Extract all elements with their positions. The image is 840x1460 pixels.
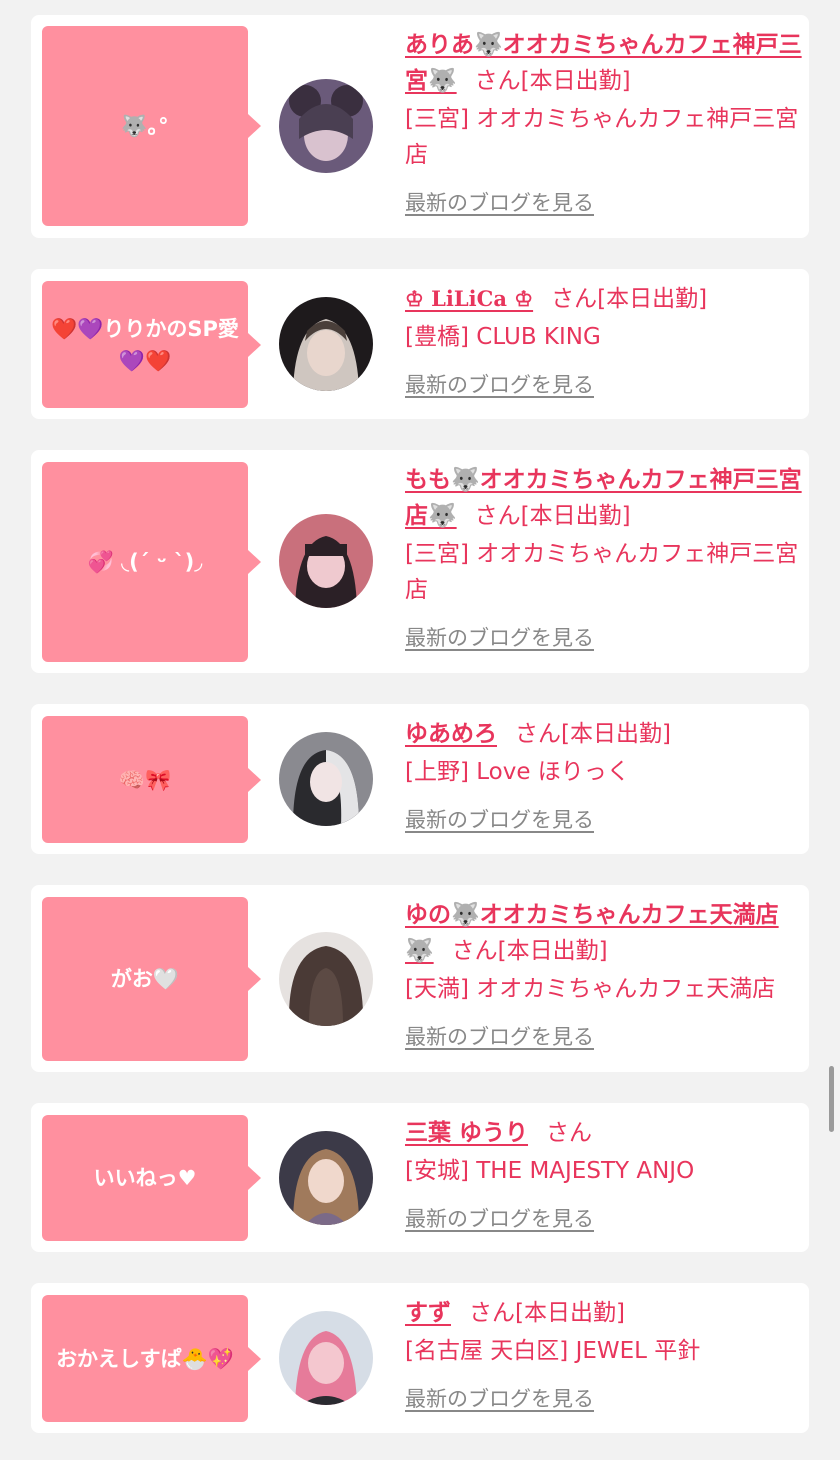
cast-status: さん[本日出勤] [551,286,708,312]
comment-text: 🧠🎀 [118,767,172,792]
cast-status: さん[本日出勤] [515,721,671,747]
entry-info: ♔ LiLiCa ♔ さん[本日出勤] [豊橋] CLUB KING 最新のブログ… [405,281,803,403]
comment-text: ❤️💜りりかのSP愛💜❤️ [51,316,239,373]
latest-blog-link[interactable]: 最新のブログを見る [405,185,594,221]
shop-link[interactable]: [名古屋 天白区] JEWEL 平針 [405,1333,803,1369]
entry-card: 💞 ◟(ˊ ᵕ ˋ)◞ もも🐺オオカミちゃんカフェ神戸三宮店🐺 さん[本日出勤] … [31,450,809,673]
shop-link[interactable]: [三宮] オオカミちゃんカフェ神戸三宮店 [405,536,803,608]
comment-bubble: ❤️💜りりかのSP愛💜❤️ [42,281,261,408]
comment-bubble: 🐺｡° [42,26,261,226]
avatar[interactable] [279,514,373,608]
cast-name-link[interactable]: すず [405,1300,451,1326]
avatar[interactable] [279,732,373,826]
cast-name-link[interactable]: ♔ LiLiCa ♔ [405,286,533,311]
cast-name-link[interactable]: ゆあめろ [405,721,497,747]
profile-photo-icon [279,297,373,391]
entry-info: ゆあめろ さん[本日出勤] [上野] Love ほりっく 最新のブログを見る [405,716,803,838]
latest-blog-link[interactable]: 最新のブログを見る [405,620,594,656]
profile-photo-icon [279,1131,373,1225]
profile-photo-icon [279,514,373,608]
entry-info: ゆの🐺オオカミちゃんカフェ天満店🐺 さん[本日出勤] [天満] オオカミちゃんカフ… [405,897,803,1055]
comment-text: 💞 ◟(ˊ ᵕ ˋ)◞ [87,550,203,574]
profile-photo-icon [279,1311,373,1405]
avatar[interactable] [279,79,373,173]
shop-link[interactable]: [安城] THE MAJESTY ANJO [405,1153,803,1189]
shop-link[interactable]: [三宮] オオカミちゃんカフェ神戸三宮店 [405,101,803,173]
profile-photo-icon [279,932,373,1026]
cast-status: さん[本日出勤] [469,1300,625,1326]
cast-status: さん[本日出勤] [474,503,631,529]
entry-card: がお🤍 ゆの🐺オオカミちゃんカフェ天満店🐺 さん[本日出勤] [天満] オオカミち… [31,885,809,1072]
comment-text: 🐺｡° [121,114,169,138]
profile-photo-icon [279,79,373,173]
avatar[interactable] [279,1311,373,1405]
cast-status: さん[本日出勤] [451,938,608,964]
profile-photo-icon [279,732,373,826]
entry-info: 三葉 ゆうり さん [安城] THE MAJESTY ANJO 最新のブログを見る [405,1115,803,1237]
entry-info: すず さん[本日出勤] [名古屋 天白区] JEWEL 平針 最新のブログを見る [405,1295,803,1417]
comment-bubble: 💞 ◟(ˊ ᵕ ˋ)◞ [42,462,261,662]
shop-link[interactable]: [上野] Love ほりっく [405,754,803,790]
entry-card: 🐺｡° ありあ🐺オオカミちゃんカフェ神戸三宮🐺 さん[本日出勤] [三宮] オオカ… [31,15,809,238]
comment-text: おかえしすぱ🐣💖 [56,1346,234,1371]
cast-name-link[interactable]: 三葉 ゆうり [405,1120,528,1146]
comment-bubble: がお🤍 [42,897,261,1061]
avatar[interactable] [279,932,373,1026]
entry-info: もも🐺オオカミちゃんカフェ神戸三宮店🐺 さん[本日出勤] [三宮] オオカミちゃん… [405,462,803,656]
entry-card: ❤️💜りりかのSP愛💜❤️ ♔ LiLiCa ♔ さん[本日出勤] [豊橋] CL… [31,269,809,419]
shop-link[interactable]: [豊橋] CLUB KING [405,319,803,355]
entry-card: おかえしすぱ🐣💖 すず さん[本日出勤] [名古屋 天白区] JEWEL 平針 最… [31,1283,809,1433]
comment-text: いいねっ♥ [93,1166,197,1190]
latest-blog-link[interactable]: 最新のブログを見る [405,1381,594,1417]
cast-status: さん[本日出勤] [474,68,631,94]
comment-text: がお🤍 [110,967,180,991]
comment-bubble: いいねっ♥ [42,1115,261,1241]
blog-entry-list: 🐺｡° ありあ🐺オオカミちゃんカフェ神戸三宮🐺 さん[本日出勤] [三宮] オオカ… [0,0,840,1460]
entry-info: ありあ🐺オオカミちゃんカフェ神戸三宮🐺 さん[本日出勤] [三宮] オオカミちゃん… [405,27,803,221]
scrollbar-thumb[interactable] [829,1066,834,1132]
avatar[interactable] [279,297,373,391]
latest-blog-link[interactable]: 最新のブログを見る [405,802,594,838]
latest-blog-link[interactable]: 最新のブログを見る [405,1019,594,1055]
comment-bubble: おかえしすぱ🐣💖 [42,1295,261,1422]
shop-link[interactable]: [天満] オオカミちゃんカフェ天満店 [405,971,803,1007]
entry-card: いいねっ♥ 三葉 ゆうり さん [安城] THE MAJESTY ANJO 最新の… [31,1103,809,1252]
comment-bubble: 🧠🎀 [42,716,261,843]
latest-blog-link[interactable]: 最新のブログを見る [405,1201,594,1237]
avatar[interactable] [279,1131,373,1225]
cast-status: さん [546,1120,593,1146]
latest-blog-link[interactable]: 最新のブログを見る [405,367,594,403]
entry-card: 🧠🎀 ゆあめろ さん[本日出勤] [上野] Love ほりっく 最新のブログを見る [31,704,809,854]
